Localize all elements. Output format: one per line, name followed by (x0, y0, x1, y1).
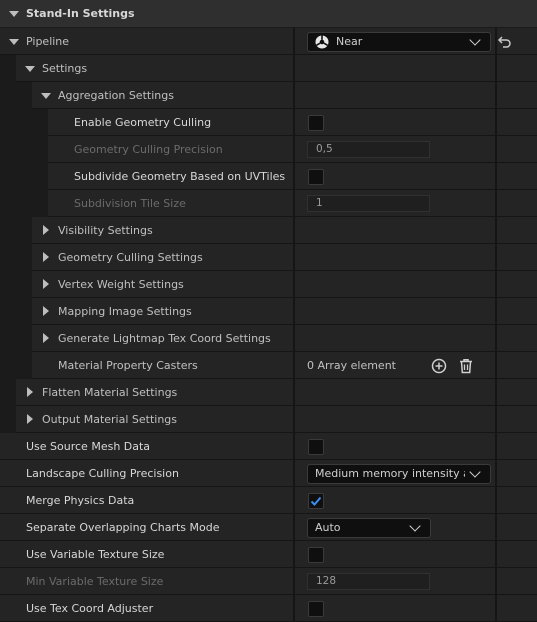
geometry-culling-precision-row: Geometry Culling Precision 0,5 (0, 136, 537, 163)
use-tex-coord-adjuster-label: Use Tex Coord Adjuster (26, 602, 154, 615)
expand-triangle-icon[interactable] (27, 414, 33, 424)
generate-lightmap-settings-row[interactable]: Generate Lightmap Tex Coord Settings (0, 325, 537, 352)
use-variable-texture-size-row: Use Variable Texture Size (0, 541, 537, 568)
use-tex-coord-adjuster-row: Use Tex Coord Adjuster (0, 595, 537, 622)
subdivide-geometry-label: Subdivide Geometry Based on UVTiles (74, 170, 286, 183)
aggregation-label: Aggregation Settings (58, 89, 174, 102)
material-property-casters-label: Material Property Casters (58, 359, 198, 372)
flatten-material-settings-row[interactable]: Flatten Material Settings (0, 379, 537, 406)
use-variable-texture-size-label: Use Variable Texture Size (26, 548, 165, 561)
geometry-culling-settings-row[interactable]: Geometry Culling Settings (0, 244, 537, 271)
material-property-casters-row: Material Property Casters 0 Array elemen… (0, 352, 537, 379)
vertex-weight-settings-row[interactable]: Vertex Weight Settings (0, 271, 537, 298)
settings-label: Settings (42, 62, 88, 75)
stand-in-settings-header[interactable]: Stand-In Settings (0, 0, 537, 28)
min-variable-texture-size-label: Min Variable Texture Size (26, 575, 164, 588)
landscape-culling-precision-value: Medium memory intensity and computation … (315, 467, 465, 480)
subdivide-geometry-row: Subdivide Geometry Based on UVTiles (0, 163, 537, 190)
min-variable-texture-size-row: Min Variable Texture Size 128 (0, 568, 537, 595)
min-variable-texture-size-input[interactable]: 128 (307, 573, 430, 590)
subdivide-geometry-checkbox[interactable] (308, 169, 324, 185)
geometry-culling-precision-label: Geometry Culling Precision (74, 143, 223, 156)
merge-physics-data-label: Merge Physics Data (26, 494, 135, 507)
expand-triangle-icon[interactable] (43, 333, 49, 343)
section-title: Stand-In Settings (26, 7, 135, 20)
use-source-mesh-data-label: Use Source Mesh Data (26, 440, 151, 453)
landscape-culling-precision-dropdown[interactable]: Medium memory intensity and computation … (307, 464, 491, 484)
material-property-casters-count: 0 Array element (307, 359, 396, 372)
merge-physics-data-row: Merge Physics Data (0, 487, 537, 514)
output-material-settings-label: Output Material Settings (42, 413, 178, 426)
expand-triangle-icon[interactable] (43, 306, 49, 316)
enable-geometry-culling-checkbox[interactable] (308, 115, 324, 131)
use-tex-coord-adjuster-checkbox[interactable] (308, 601, 324, 617)
expand-triangle-icon[interactable] (43, 225, 49, 235)
separate-overlapping-label: Separate Overlapping Charts Mode (26, 521, 220, 534)
mapping-image-settings-label: Mapping Image Settings (58, 305, 192, 318)
landscape-culling-precision-label: Landscape Culling Precision (26, 467, 179, 480)
expand-triangle-icon[interactable] (27, 387, 33, 397)
chevron-down-icon (409, 520, 421, 532)
subdivision-tile-size-row: Subdivision Tile Size 1 (0, 190, 537, 217)
delete-all-icon[interactable] (458, 358, 474, 374)
settings-group-row[interactable]: Settings (0, 55, 537, 82)
pipeline-value: Near (336, 35, 363, 48)
subdivision-tile-size-input[interactable]: 1 (307, 195, 430, 212)
enable-geometry-culling-label: Enable Geometry Culling (74, 116, 212, 129)
separate-overlapping-value: Auto (315, 521, 341, 534)
geometry-culling-settings-label: Geometry Culling Settings (58, 251, 203, 264)
collapse-triangle-icon[interactable] (9, 11, 19, 17)
use-variable-texture-size-checkbox[interactable] (308, 547, 324, 563)
chevron-down-icon (469, 466, 481, 478)
expand-triangle-icon[interactable] (43, 279, 49, 289)
use-source-mesh-data-row: Use Source Mesh Data (0, 433, 537, 460)
subdivision-tile-size-label: Subdivision Tile Size (74, 197, 186, 210)
settings-expand-icon[interactable] (25, 66, 35, 72)
add-element-icon[interactable] (431, 358, 447, 374)
enable-geometry-culling-row: Enable Geometry Culling (0, 109, 537, 136)
pipeline-row: Pipeline Near (0, 28, 537, 55)
checkmark-icon (310, 496, 322, 506)
pipeline-label: Pipeline (26, 35, 70, 48)
reset-to-default-icon[interactable] (498, 36, 512, 48)
pipeline-asset-icon (315, 35, 329, 49)
generate-lightmap-settings-label: Generate Lightmap Tex Coord Settings (58, 332, 271, 345)
aggregation-settings-row[interactable]: Aggregation Settings (0, 82, 537, 109)
use-source-mesh-data-checkbox[interactable] (308, 439, 324, 455)
flatten-material-settings-label: Flatten Material Settings (42, 386, 178, 399)
pipeline-dropdown[interactable]: Near (307, 32, 491, 52)
merge-physics-data-checkbox[interactable] (308, 493, 324, 509)
mapping-image-settings-row[interactable]: Mapping Image Settings (0, 298, 537, 325)
visibility-settings-row[interactable]: Visibility Settings (0, 217, 537, 244)
vertex-weight-settings-label: Vertex Weight Settings (58, 278, 184, 291)
chevron-down-icon (469, 34, 481, 46)
separate-overlapping-row: Separate Overlapping Charts Mode Auto (0, 514, 537, 541)
landscape-culling-precision-row: Landscape Culling Precision Medium memor… (0, 460, 537, 487)
visibility-settings-label: Visibility Settings (58, 224, 153, 237)
geometry-culling-precision-input[interactable]: 0,5 (307, 141, 430, 158)
separate-overlapping-dropdown[interactable]: Auto (307, 518, 431, 538)
aggregation-expand-icon[interactable] (41, 93, 51, 99)
stand-in-settings-panel: Stand-In Settings Pipeline Near Settings (0, 0, 537, 622)
pipeline-expand-icon[interactable] (9, 39, 19, 45)
output-material-settings-row[interactable]: Output Material Settings (0, 406, 537, 433)
expand-triangle-icon[interactable] (43, 252, 49, 262)
